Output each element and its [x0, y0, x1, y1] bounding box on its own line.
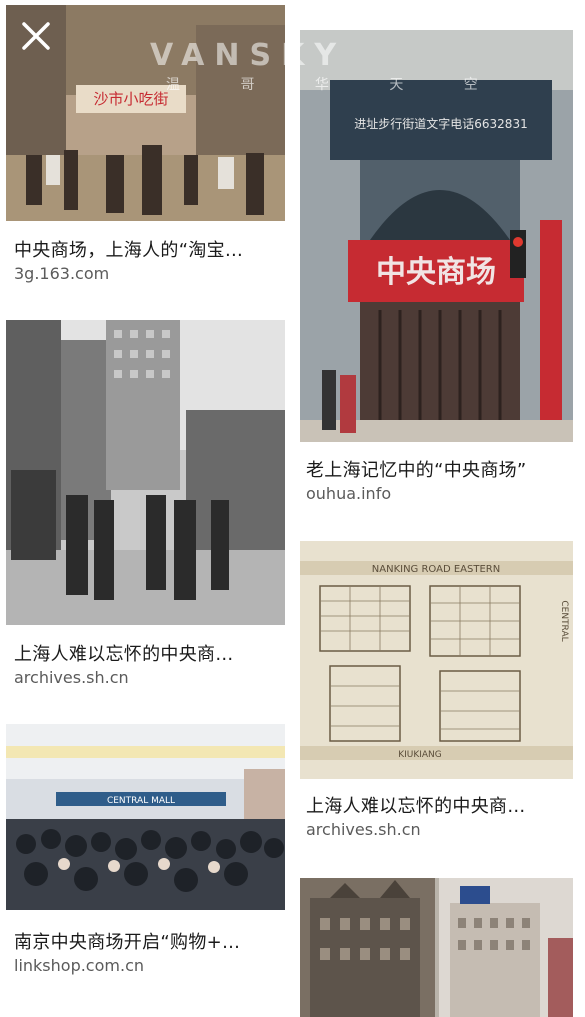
close-button[interactable]	[14, 14, 58, 58]
result-card-6[interactable]	[294, 876, 585, 1017]
result-caption-2[interactable]: 老上海记忆中的“中央商场”	[306, 456, 581, 482]
map-street-label-1: NANKING ROAD EASTERN	[372, 564, 500, 575]
result-card-4[interactable]: NANKING ROAD EASTERN KIUKIANG CENTRAL 上海…	[294, 538, 585, 858]
result-image-6[interactable]	[300, 878, 573, 1017]
result-image-3[interactable]	[6, 320, 285, 625]
market-sign-text: 沙市小吃街	[93, 90, 168, 108]
close-icon	[22, 22, 50, 50]
old-buildings-photo	[300, 878, 573, 1017]
result-card-5[interactable]: CENTRAL MALL 南京中央商场开启“购物+… linkshop.com.…	[0, 722, 290, 1017]
store-facade-photo: 进址步行街道文字电话6632831 中央商场	[300, 30, 573, 442]
street-dance-photo	[6, 320, 285, 625]
result-caption-5[interactable]: 南京中央商场开启“购物+…	[14, 928, 284, 954]
old-map-image: NANKING ROAD EASTERN KIUKIANG CENTRAL	[300, 541, 573, 779]
result-caption-4[interactable]: 上海人难以忘怀的中央商…	[306, 792, 581, 818]
crowd-mall-photo: CENTRAL MALL	[6, 724, 285, 910]
result-source-2: ouhua.info	[306, 484, 392, 503]
result-source-1: 3g.163.com	[14, 264, 110, 283]
result-caption-3[interactable]: 上海人难以忘怀的中央商…	[14, 640, 284, 666]
mall-sign-text: CENTRAL MALL	[107, 796, 175, 806]
result-image-4[interactable]: NANKING ROAD EASTERN KIUKIANG CENTRAL	[300, 541, 573, 779]
shop-sign-text: 中央商场	[376, 255, 496, 290]
result-source-5: linkshop.com.cn	[14, 956, 144, 975]
banner-text: 进址步行街道文字电话6632831	[354, 116, 527, 131]
result-image-2[interactable]: 进址步行街道文字电话6632831 中央商场	[300, 30, 573, 442]
map-street-label-2: KIUKIANG	[398, 750, 442, 760]
result-source-3: archives.sh.cn	[14, 668, 129, 687]
map-street-label-3: CENTRAL	[559, 600, 569, 641]
result-card-2[interactable]: 进址步行街道文字电话6632831 中央商场 老上海记忆中的“中央商场” ouh…	[294, 0, 585, 520]
result-caption-1[interactable]: 中央商场，上海人的“淘宝…	[14, 236, 284, 262]
result-image-5[interactable]: CENTRAL MALL	[6, 724, 285, 910]
result-card-3[interactable]: 上海人难以忘怀的中央商… archives.sh.cn	[0, 318, 290, 698]
result-source-4: archives.sh.cn	[306, 820, 421, 839]
